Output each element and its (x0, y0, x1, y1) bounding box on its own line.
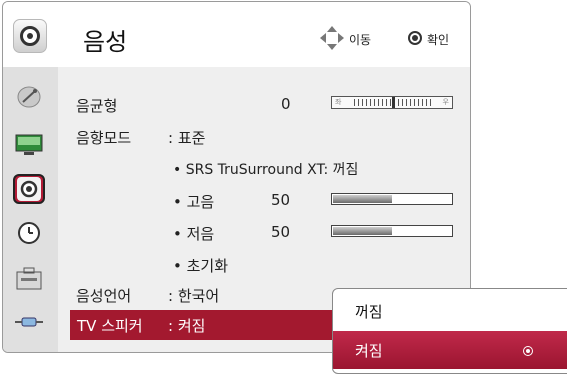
treble-label[interactable]: • 고음 (173, 191, 214, 212)
radio-selected-icon (523, 346, 533, 356)
popup-option-on: 켜짐 (355, 342, 383, 360)
reset-option[interactable]: • 초기화 (173, 255, 228, 276)
ok-button-icon (408, 31, 422, 45)
balance-value: 0 (281, 95, 291, 113)
ok-hint-label: 확인 (427, 33, 450, 47)
bass-fill (333, 227, 392, 235)
sound-mode-label[interactable]: 음향모드 (76, 127, 131, 148)
balance-right-label: 우 (442, 98, 449, 106)
popup-option-off[interactable]: 꺼짐 (355, 301, 383, 322)
popup-option-on-row[interactable]: 켜짐 (333, 331, 567, 369)
bass-slider[interactable] (331, 225, 453, 237)
bass-label[interactable]: • 저음 (173, 223, 214, 244)
tv-speaker-value: : 켜짐 (168, 317, 206, 335)
balance-slider[interactable]: 좌 우 (331, 96, 453, 109)
speaker-icon (13, 19, 47, 53)
speaker-icon[interactable] (13, 174, 45, 204)
tv-speaker-popup: 꺼짐 켜짐 (332, 288, 567, 374)
srs-option[interactable]: • SRS TruSurround XT: 꺼짐 (173, 159, 358, 179)
category-sidebar (3, 67, 58, 352)
page-title: 음성 (83, 28, 128, 56)
treble-slider[interactable] (331, 193, 453, 205)
bass-value: 50 (271, 223, 291, 241)
audio-language-value: : 한국어 (168, 287, 220, 305)
balance-knob[interactable] (392, 97, 395, 108)
menu-header: 음성 이동 확인 (3, 2, 470, 67)
treble-value: 50 (271, 191, 291, 209)
sound-mode-value: : 표준 (168, 129, 206, 147)
move-hint-label: 이동 (349, 33, 372, 47)
clock-icon[interactable] (13, 218, 45, 248)
monitor-icon[interactable] (13, 130, 45, 160)
toolbox-icon[interactable] (13, 264, 45, 294)
satellite-dish-icon[interactable] (13, 82, 45, 112)
move-arrows-icon (320, 26, 344, 50)
audio-language-label[interactable]: 음성언어 (76, 285, 131, 306)
balance-label[interactable]: 음균형 (76, 95, 117, 116)
treble-fill (333, 195, 392, 203)
tv-speaker-label: TV 스피커 (77, 317, 143, 335)
balance-left-label: 좌 (335, 98, 342, 106)
cable-icon[interactable] (13, 307, 45, 337)
